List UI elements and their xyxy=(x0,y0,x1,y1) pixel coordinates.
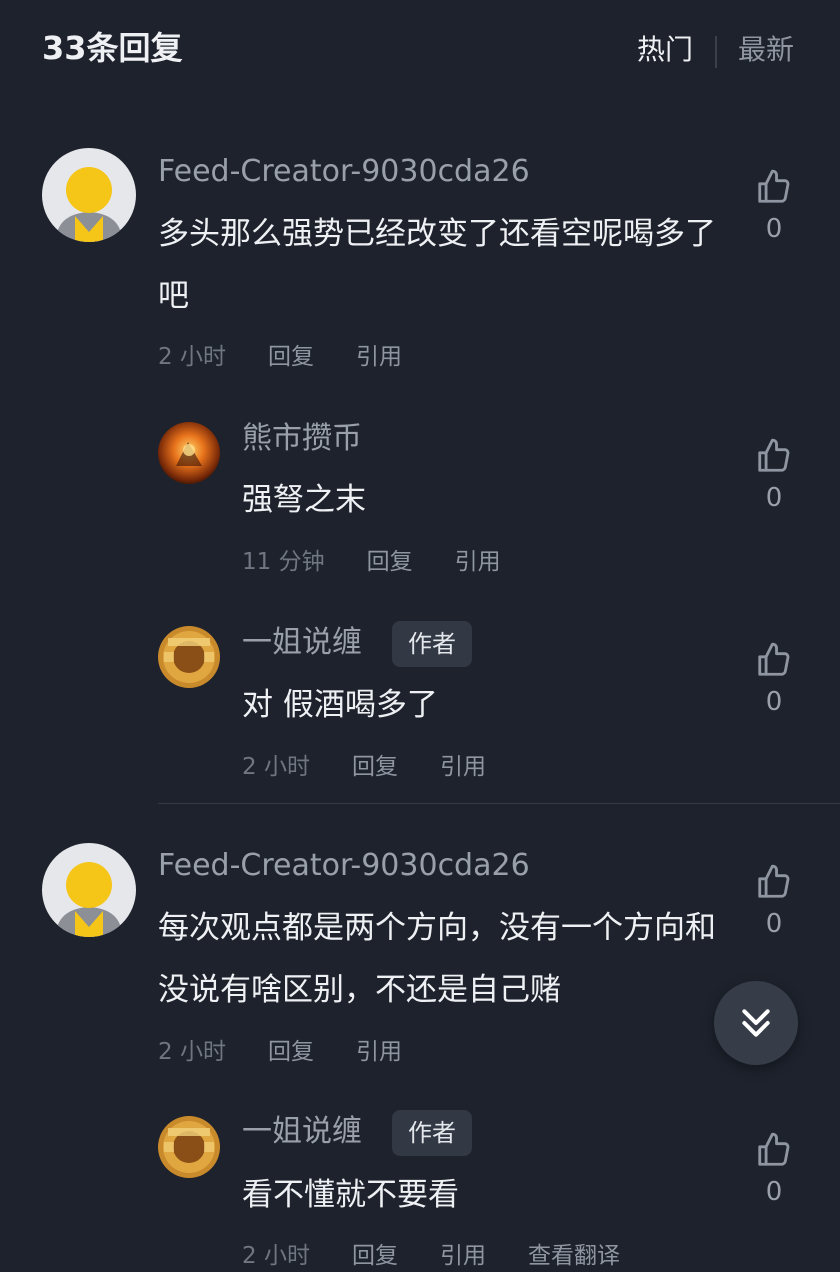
reply-button[interactable]: 回复 xyxy=(352,1243,398,1269)
reply-username[interactable]: 熊市攒币 xyxy=(242,419,362,459)
author-badge: 作者 xyxy=(392,1110,472,1156)
reply-time: 2 小时 xyxy=(242,1243,310,1269)
reply-meta: 2 小时 回复 引用 xyxy=(242,751,528,783)
like-button[interactable]: 0 xyxy=(744,168,804,246)
comment-text: 每次观点都是两个方向，没有一个方向和没说有啥区别，不还是自己赌 xyxy=(158,910,716,1008)
like-button[interactable]: 0 xyxy=(744,1131,804,1209)
translate-button[interactable]: 查看翻译 xyxy=(528,1243,620,1269)
quote-button[interactable]: 引用 xyxy=(440,754,486,780)
thumbs-up-icon xyxy=(758,1132,790,1166)
double-chevron-down-icon xyxy=(742,1009,770,1037)
default-avatar-icon[interactable] xyxy=(42,843,136,937)
sort-newest-tab[interactable]: 最新 xyxy=(738,30,794,70)
reply-count-title: 33条回复 xyxy=(42,29,183,67)
reply-button[interactable]: 回复 xyxy=(352,754,398,780)
user-avatar[interactable] xyxy=(158,1116,220,1178)
comment-meta: 2 小时 回复 引用 xyxy=(158,341,444,373)
reply-text: 强弩之末 xyxy=(242,482,366,518)
reply-button[interactable]: 回复 xyxy=(268,344,314,370)
like-button[interactable]: 0 xyxy=(744,437,804,515)
reply-meta: 2 小时 回复 引用 查看翻译 xyxy=(242,1240,662,1272)
comment-time: 2 小时 xyxy=(158,344,226,370)
reply-username[interactable]: 一姐说缠 xyxy=(242,1112,362,1152)
thumbs-up-icon xyxy=(758,864,790,898)
user-avatar[interactable] xyxy=(158,422,220,484)
like-button[interactable]: 0 xyxy=(744,641,804,719)
like-count: 0 xyxy=(765,1177,783,1207)
reply-time: 11 分钟 xyxy=(242,549,325,575)
comment-username[interactable]: Feed-Creator-9030cda26 xyxy=(158,152,530,192)
comment-username[interactable]: Feed-Creator-9030cda26 xyxy=(158,846,530,886)
like-count: 0 xyxy=(765,214,783,244)
comment-meta: 2 小时 回复 引用 xyxy=(158,1036,444,1068)
reply-text: 对 假酒喝多了 xyxy=(242,687,438,723)
like-count: 0 xyxy=(765,483,783,513)
comments-header: 33条回复 热门 最新 xyxy=(0,0,840,100)
comment-text: 多头那么强势已经改变了还看空呢喝多了吧 xyxy=(158,216,716,314)
quote-button[interactable]: 引用 xyxy=(440,1243,486,1269)
sort-hot-tab[interactable]: 热门 xyxy=(637,30,693,70)
comment-time: 2 小时 xyxy=(158,1039,226,1065)
like-count: 0 xyxy=(765,909,783,939)
quote-button[interactable]: 引用 xyxy=(356,344,402,370)
reply-text: 看不懂就不要看 xyxy=(242,1177,459,1213)
reply-button[interactable]: 回复 xyxy=(268,1039,314,1065)
like-button[interactable]: 0 xyxy=(744,863,804,941)
reply-meta: 11 分钟 回复 引用 xyxy=(242,546,543,578)
user-avatar[interactable] xyxy=(158,626,220,688)
default-avatar-icon[interactable] xyxy=(42,148,136,242)
author-badge: 作者 xyxy=(392,621,472,667)
quote-button[interactable]: 引用 xyxy=(356,1039,402,1065)
sort-divider xyxy=(715,36,717,68)
scroll-to-bottom-button[interactable] xyxy=(714,981,798,1065)
reply-button[interactable]: 回复 xyxy=(367,549,413,575)
reply-username[interactable]: 一姐说缠 xyxy=(242,623,362,663)
reply-time: 2 小时 xyxy=(242,754,310,780)
thread-divider xyxy=(158,803,840,804)
quote-button[interactable]: 引用 xyxy=(455,549,501,575)
thumbs-up-icon xyxy=(758,438,790,472)
thumbs-up-icon xyxy=(758,169,790,203)
like-count: 0 xyxy=(765,687,783,717)
thumbs-up-icon xyxy=(758,642,790,676)
